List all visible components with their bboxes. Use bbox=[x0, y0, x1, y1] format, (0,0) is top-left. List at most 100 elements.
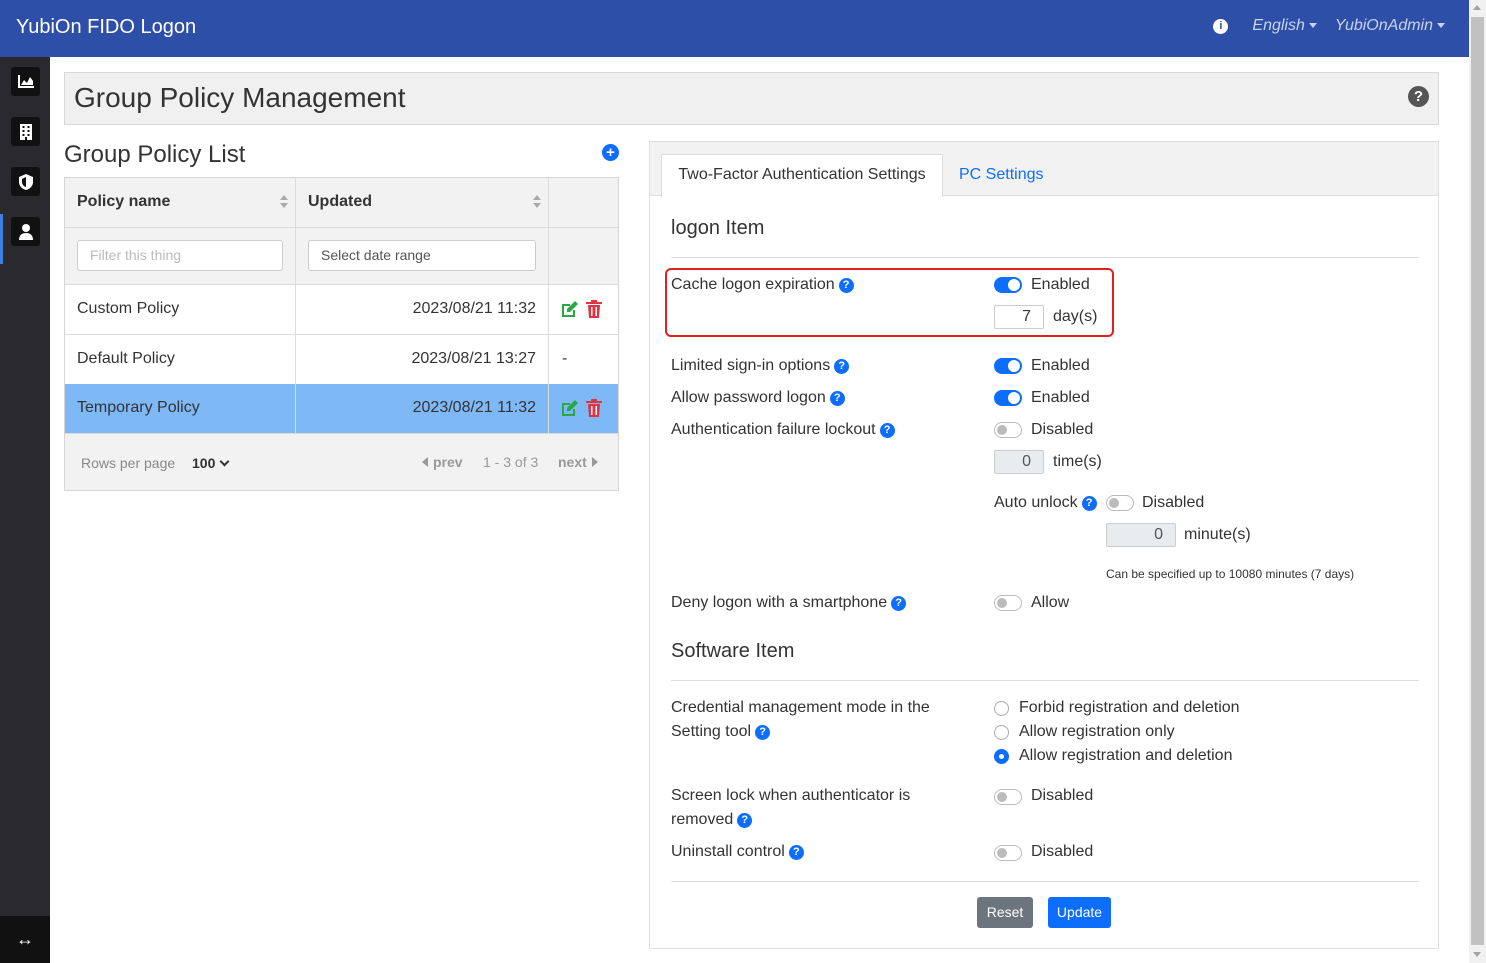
top-navbar: YubiOn FIDO Logon i English YubiOnAdmin bbox=[0, 0, 1469, 57]
limited-sign-in-label: Limited sign-in options? bbox=[671, 354, 850, 378]
help-icon[interactable]: ? bbox=[838, 278, 854, 293]
language-dropdown[interactable]: English bbox=[1252, 17, 1317, 35]
radio-allow-registration-and-deletion-label: Allow registration and deletion bbox=[1019, 747, 1233, 764]
rows-per-page-select[interactable]: 100 bbox=[192, 455, 230, 471]
sidebar-item-users[interactable] bbox=[11, 217, 40, 246]
help-icon[interactable]: ? bbox=[879, 423, 895, 438]
page-header: Group Policy Management ? bbox=[64, 72, 1439, 125]
column-header-policy-name[interactable]: Policy name bbox=[77, 193, 170, 211]
help-icon[interactable]: ? bbox=[755, 725, 771, 740]
tab-two-factor-auth[interactable]: Two-Factor Authentication Settings bbox=[661, 154, 943, 197]
help-icon[interactable]: ? bbox=[788, 845, 804, 860]
user-icon bbox=[18, 223, 33, 240]
prev-label: prev bbox=[433, 454, 463, 470]
chevron-down-icon bbox=[1437, 23, 1445, 29]
date-range-filter-input[interactable]: Select date range bbox=[308, 240, 536, 271]
help-icon[interactable]: ? bbox=[1081, 496, 1097, 511]
app-title[interactable]: YubiOn FIDO Logon bbox=[16, 16, 196, 39]
edit-icon[interactable] bbox=[561, 400, 578, 417]
limited-sign-in-toggle[interactable] bbox=[994, 358, 1022, 374]
screen-lock-toggle[interactable] bbox=[994, 789, 1022, 805]
updated-cell: 2023/08/21 13:27 bbox=[411, 350, 536, 367]
edit-icon[interactable] bbox=[561, 301, 578, 318]
chevron-down-icon bbox=[1308, 23, 1317, 29]
auth-failure-lockout-text: Authentication failure lockout bbox=[671, 421, 876, 438]
filter-row: Filter this thing Select date range bbox=[65, 228, 618, 285]
help-icon[interactable]: ? bbox=[829, 391, 845, 406]
lockout-count-input[interactable]: 0 bbox=[994, 450, 1044, 474]
cache-logon-days-input[interactable]: 7 bbox=[994, 305, 1044, 329]
chevron-right-icon bbox=[591, 457, 598, 467]
sort-icon[interactable] bbox=[280, 195, 288, 209]
scroll-down-arrow[interactable] bbox=[1473, 952, 1481, 957]
auto-unlock-note: Can be specified up to 10080 minutes (7 … bbox=[1106, 567, 1355, 581]
logon-section-title: logon Item bbox=[671, 217, 765, 239]
column-header-updated[interactable]: Updated bbox=[308, 193, 372, 211]
chevron-left-icon bbox=[422, 457, 428, 467]
uninstall-control-text: Uninstall control bbox=[671, 843, 785, 860]
limited-sign-in-text: Limited sign-in options bbox=[671, 357, 831, 374]
prev-page-button[interactable]: prev bbox=[422, 454, 463, 470]
credential-mode-label-line2: Setting tool? bbox=[671, 720, 771, 744]
radio-allow-registration-and-deletion[interactable] bbox=[994, 749, 1009, 764]
expand-arrows-icon: ↔ bbox=[16, 929, 34, 949]
cache-logon-days-unit: day(s) bbox=[1053, 308, 1098, 325]
auth-failure-lockout-state: Disabled bbox=[1031, 421, 1094, 438]
help-icon[interactable]: ? bbox=[1408, 86, 1429, 107]
deny-smartphone-text: Deny logon with a smartphone bbox=[671, 594, 888, 611]
add-policy-icon[interactable]: + bbox=[602, 144, 619, 161]
sidebar-toggle-button[interactable]: ↔ bbox=[0, 916, 50, 963]
user-dropdown[interactable]: YubiOnAdmin bbox=[1335, 17, 1445, 35]
lockout-count-unit: time(s) bbox=[1053, 453, 1102, 470]
sidebar-item-group-policy[interactable] bbox=[11, 167, 40, 196]
divider bbox=[671, 881, 1419, 882]
help-icon[interactable]: ? bbox=[737, 813, 753, 828]
trash-icon[interactable] bbox=[586, 399, 602, 417]
uninstall-control-toggle[interactable] bbox=[994, 845, 1022, 861]
policy-name-filter-input[interactable]: Filter this thing bbox=[77, 240, 283, 271]
radio-forbid-registration-label: Forbid registration and deletion bbox=[1019, 699, 1240, 716]
shield-icon bbox=[18, 173, 33, 190]
settings-tabs: Two-Factor Authentication Settings PC Se… bbox=[650, 142, 1438, 197]
pagination: Rows per page 100 prev 1 - 3 of 3 next bbox=[65, 434, 618, 490]
divider bbox=[671, 257, 1419, 258]
info-icon[interactable]: i bbox=[1213, 18, 1229, 34]
table-row-selected[interactable]: Temporary Policy 2023/08/21 11:32 bbox=[65, 384, 618, 434]
trash-icon[interactable] bbox=[586, 300, 602, 318]
radio-forbid-registration[interactable] bbox=[994, 701, 1009, 716]
table-header: Policy name Updated bbox=[65, 178, 618, 228]
screen-lock-text: removed bbox=[671, 811, 734, 828]
credential-mode-label-line1: Credential management mode in the bbox=[671, 699, 930, 716]
scroll-thumb[interactable] bbox=[1471, 17, 1484, 945]
auto-unlock-toggle[interactable] bbox=[1106, 495, 1134, 511]
next-page-button[interactable]: next bbox=[558, 454, 598, 470]
allow-password-logon-text: Allow password logon bbox=[671, 389, 826, 406]
next-label: next bbox=[558, 454, 587, 470]
column-divider bbox=[548, 178, 549, 434]
allow-password-logon-toggle[interactable] bbox=[994, 390, 1022, 406]
update-button[interactable]: Update bbox=[1048, 897, 1111, 928]
cache-logon-expiration-toggle[interactable] bbox=[994, 277, 1022, 293]
help-icon[interactable]: ? bbox=[891, 596, 907, 611]
auto-unlock-minutes-input[interactable]: 0 bbox=[1106, 523, 1176, 547]
navbar-right: i English YubiOnAdmin bbox=[1213, 17, 1445, 35]
table-row[interactable]: Default Policy 2023/08/21 13:27 - bbox=[65, 335, 618, 385]
uninstall-control-state: Disabled bbox=[1031, 843, 1094, 860]
radio-allow-registration-only[interactable] bbox=[994, 725, 1009, 740]
policy-name-cell: Temporary Policy bbox=[77, 399, 200, 416]
auth-failure-lockout-label: Authentication failure lockout? bbox=[671, 418, 895, 442]
deny-smartphone-toggle[interactable] bbox=[994, 595, 1022, 611]
user-label: YubiOnAdmin bbox=[1334, 17, 1433, 34]
auth-failure-lockout-toggle[interactable] bbox=[994, 422, 1022, 438]
scroll-up-arrow[interactable] bbox=[1473, 5, 1481, 10]
table-row[interactable]: Custom Policy 2023/08/21 11:32 bbox=[65, 285, 618, 335]
vertical-scrollbar[interactable] bbox=[1469, 0, 1486, 963]
sidebar-item-organization[interactable] bbox=[11, 117, 40, 146]
tab-pc-settings[interactable]: PC Settings bbox=[959, 166, 1043, 184]
sort-icon[interactable] bbox=[533, 195, 541, 209]
reset-button[interactable]: Reset bbox=[977, 897, 1033, 928]
sidebar-item-dashboard[interactable] bbox=[11, 67, 40, 96]
auto-unlock-text: Auto unlock bbox=[994, 494, 1078, 511]
help-icon[interactable]: ? bbox=[834, 359, 850, 374]
rows-per-page-value: 100 bbox=[192, 455, 216, 471]
